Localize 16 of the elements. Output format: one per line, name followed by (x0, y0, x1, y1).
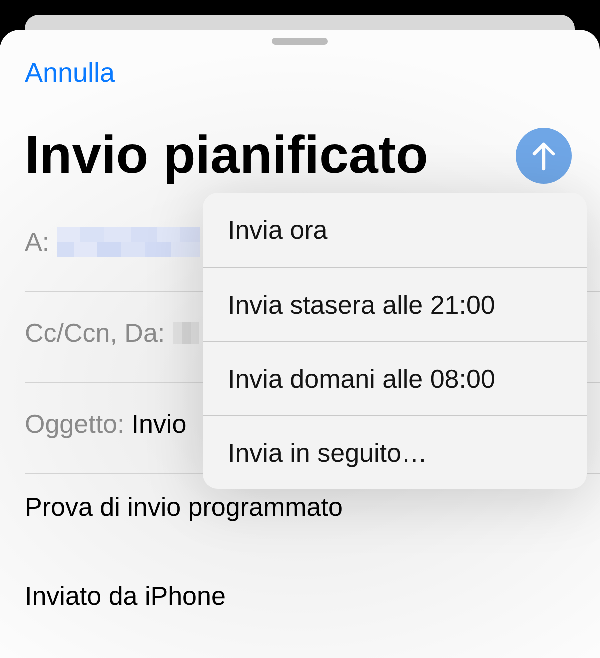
sheet-title: Invio pianificato (25, 126, 428, 186)
field-label: Oggetto: (25, 409, 125, 439)
cancel-button[interactable]: Annulla (25, 58, 116, 88)
subject-field[interactable]: Invio (132, 409, 187, 439)
arrow-up-icon (531, 141, 557, 171)
message-text: Inviato da iPhone (25, 581, 226, 611)
redacted-sender-field[interactable] (173, 322, 200, 344)
field-label: Cc/Ccn, Da: (25, 318, 166, 348)
redacted-recipient-field[interactable] (56, 226, 200, 258)
message-text: Prova di invio programmato (25, 492, 343, 522)
grabber-handle[interactable] (272, 38, 328, 45)
menu-item[interactable]: Invia stasera alle 21:00 (203, 267, 587, 341)
field-label: A: (25, 227, 50, 257)
menu-item[interactable]: Invia in seguito… (203, 415, 587, 489)
menu-item[interactable]: Invia ora (203, 193, 587, 267)
menu-item[interactable]: Invia domani alle 08:00 (203, 341, 587, 415)
